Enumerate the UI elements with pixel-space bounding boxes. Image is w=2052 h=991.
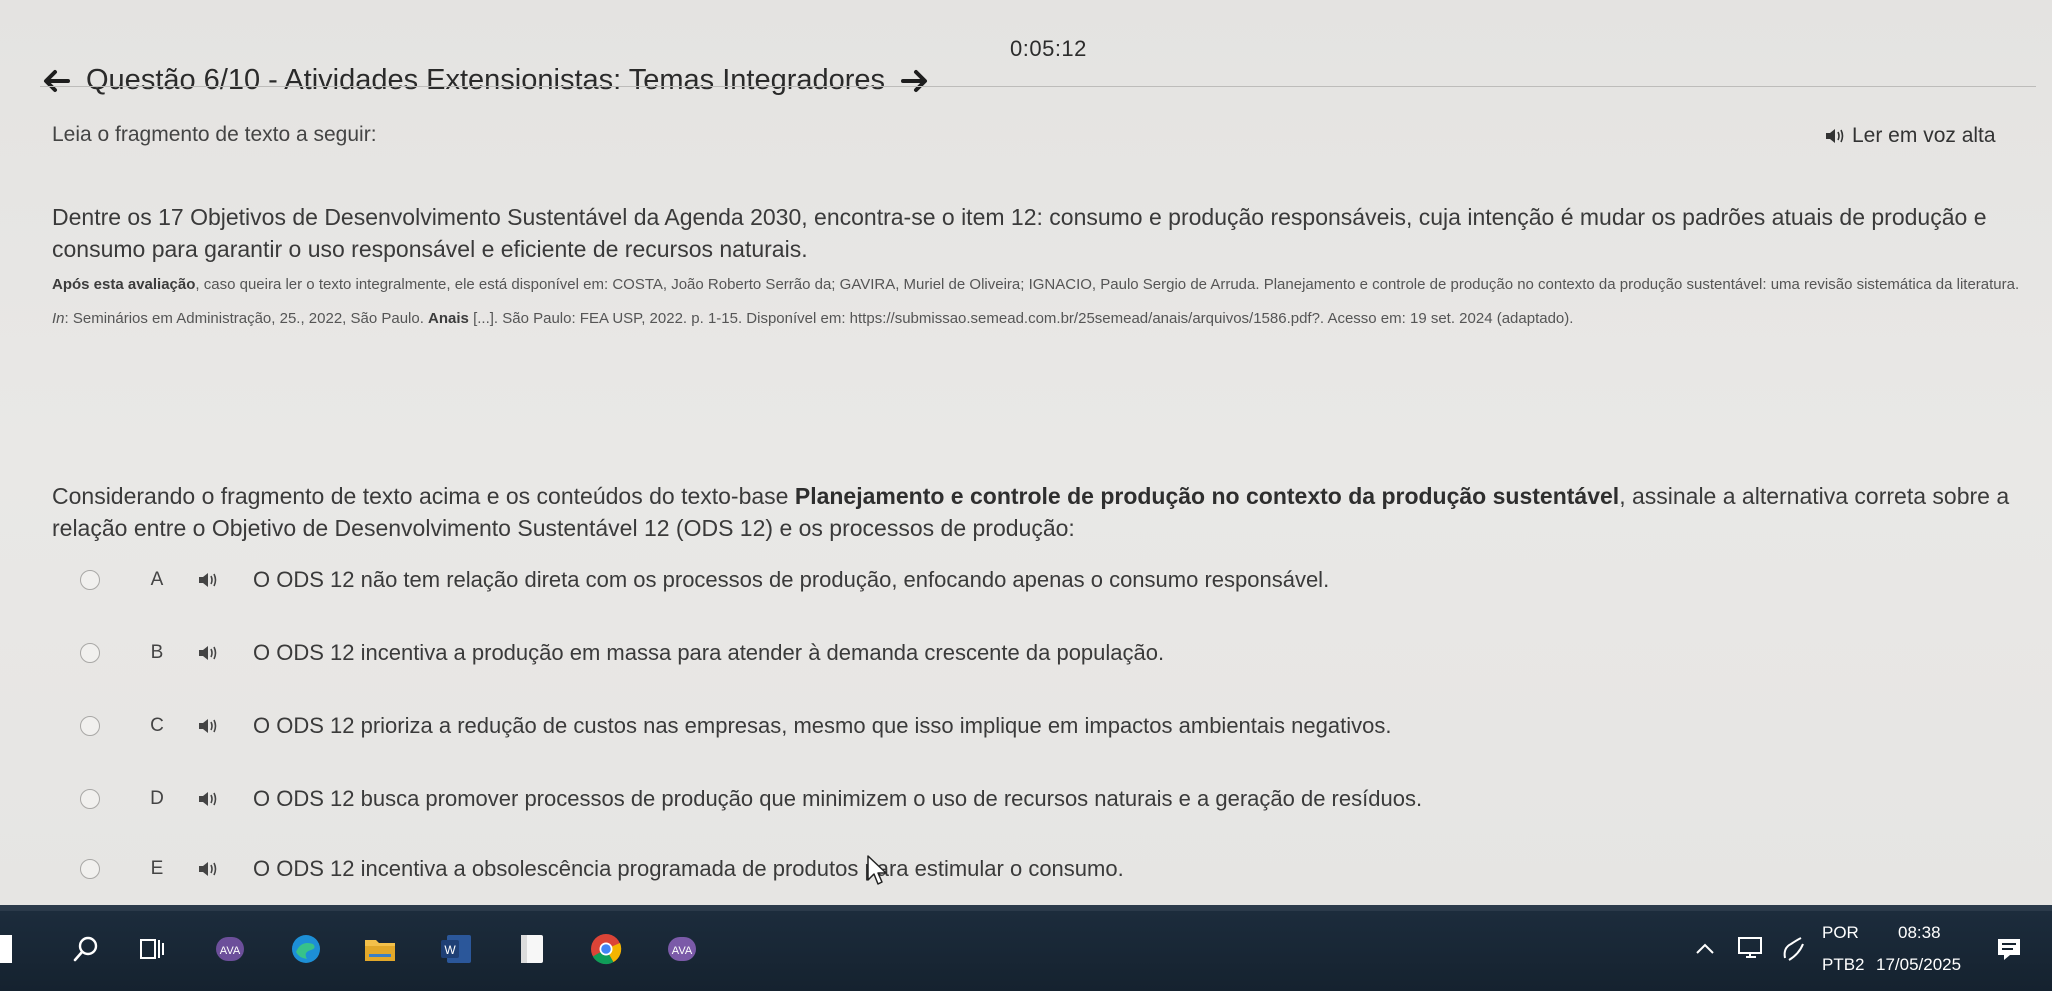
pen-workspace-button[interactable] (1776, 931, 1812, 967)
option-d-text: O ODS 12 busca promover processos de pro… (253, 786, 1423, 811)
task-view-icon (140, 939, 164, 959)
read-aloud-label: Ler em voz alta (1852, 124, 1996, 147)
option-a-speaker-button[interactable] (197, 569, 223, 591)
option-d-letter: D (150, 788, 164, 809)
speaker-icon (199, 573, 217, 587)
option-b-speaker-button[interactable] (197, 642, 223, 664)
taskbar-app-edge[interactable] (288, 931, 324, 967)
ava-app-icon: AVA (216, 937, 244, 961)
option-a[interactable]: A O ODS 12 não tem relação direta com os… (80, 563, 1329, 597)
chrome-icon (591, 934, 622, 965)
arrow-right-icon (901, 69, 928, 92)
pen-icon (1783, 937, 1804, 961)
start-button[interactable] (0, 931, 14, 967)
speaker-icon (199, 719, 217, 733)
network-button[interactable] (1733, 931, 1769, 967)
citation: Após esta avaliação, caso queira ler o t… (52, 268, 2037, 336)
option-b-radio[interactable] (80, 643, 100, 663)
timer: 0:05:12 (1010, 36, 1087, 61)
next-question-button[interactable] (899, 65, 931, 97)
language-indicator[interactable]: POR (1822, 923, 1859, 943)
citation-lead: Após esta avaliação (52, 276, 196, 293)
show-hidden-icons-button[interactable] (1692, 931, 1718, 967)
citation-part1: , caso queira ler o texto integralmente,… (195, 276, 2020, 293)
file-explorer-icon (365, 940, 395, 961)
clock-date[interactable]: 17/05/2025 (1876, 955, 1961, 975)
arrow-left-icon (44, 69, 70, 92)
speaker-icon (199, 792, 217, 806)
previous-question-button[interactable] (40, 65, 72, 97)
option-a-letter: A (150, 569, 164, 590)
taskbar-app-ava-2[interactable]: AVA (664, 931, 700, 967)
question-title: Questão 6/10 - Atividades Extensionistas… (86, 64, 886, 96)
mouse-cursor-icon (867, 855, 887, 885)
notifications-button[interactable] (1991, 931, 2027, 967)
svg-text:AVA: AVA (672, 945, 693, 957)
question-bold: Planejamento e controle de produção no c… (794, 483, 1620, 509)
word-icon: W (441, 935, 471, 963)
taskbar: AVA W AVA POR PTB2 08:38 17/05/2025 (0, 905, 2052, 991)
citation-anais: Anais (428, 310, 469, 327)
option-e-speaker-button[interactable] (197, 858, 223, 880)
notes-icon (521, 935, 543, 963)
speaker-icon (1826, 129, 1844, 143)
svg-text:AVA: AVA (220, 945, 241, 957)
option-a-text: O ODS 12 não tem relação direta com os p… (253, 567, 1330, 592)
option-e-text: O ODS 12 incentiva a obsolescência progr… (253, 856, 1124, 881)
taskbar-app-file-explorer[interactable] (362, 931, 398, 967)
citation-in: In (52, 310, 65, 327)
option-e-radio[interactable] (80, 859, 100, 879)
option-a-radio[interactable] (80, 570, 100, 590)
taskbar-app-notes[interactable] (514, 931, 550, 967)
taskbar-app-word[interactable]: W (438, 931, 474, 967)
option-c-speaker-button[interactable] (197, 715, 223, 737)
task-view-button[interactable] (134, 931, 170, 967)
option-b[interactable]: B O ODS 12 incentiva a produção em massa… (80, 636, 1164, 670)
taskbar-app-ava[interactable]: AVA (212, 931, 248, 967)
chevron-up-icon (1696, 943, 1714, 954)
option-c[interactable]: C O ODS 12 prioriza a redução de custos … (80, 709, 1391, 743)
option-e[interactable]: E O ODS 12 incentiva a obsolescência pro… (80, 852, 1124, 886)
ava-app-icon: AVA (668, 937, 696, 961)
citation-part2: : Seminários em Administração, 25., 2022… (64, 310, 429, 327)
edge-icon (292, 935, 320, 963)
prompt-text: Leia o fragmento de texto a seguir: (52, 123, 377, 146)
option-b-text: O ODS 12 incentiva a produção em massa p… (253, 640, 1165, 665)
taskbar-app-chrome[interactable] (588, 931, 624, 967)
speaker-icon (199, 862, 217, 876)
quiz-page: 0:05:12 Questão 6/10 - Atividades Extens… (0, 0, 2052, 905)
start-icon (0, 935, 12, 963)
taskbar-search-button[interactable] (68, 931, 104, 967)
clock-time[interactable]: 08:38 (1898, 923, 1941, 943)
question-part1: Considerando o fragmento de texto acima … (52, 483, 795, 509)
option-c-text: O ODS 12 prioriza a redução de custos na… (253, 713, 1392, 738)
notification-icon (1998, 939, 2020, 960)
option-b-letter: B (150, 642, 164, 663)
search-icon (73, 936, 98, 962)
option-c-radio[interactable] (80, 716, 100, 736)
question-statement: Considerando o fragmento de texto acima … (52, 480, 2037, 544)
option-c-letter: C (150, 715, 164, 736)
option-d-speaker-button[interactable] (197, 788, 223, 810)
svg-text:W: W (444, 943, 456, 957)
option-e-letter: E (150, 858, 164, 879)
read-aloud-button[interactable]: Ler em voz alta (1824, 124, 1996, 148)
keyboard-layout[interactable]: PTB2 (1822, 955, 1865, 975)
option-d-radio[interactable] (80, 789, 100, 809)
text-fragment: Dentre os 17 Objetivos de Desenvolviment… (52, 204, 1987, 262)
network-icon (1738, 937, 1762, 958)
speaker-icon (199, 646, 217, 660)
header-divider (40, 86, 2036, 87)
citation-part3: [...]. São Paulo: FEA USP, 2022. p. 1-15… (468, 310, 1574, 327)
option-d[interactable]: D O ODS 12 busca promover processos de p… (80, 782, 1422, 816)
question-header: Questão 6/10 - Atividades Extensionistas… (40, 64, 931, 97)
